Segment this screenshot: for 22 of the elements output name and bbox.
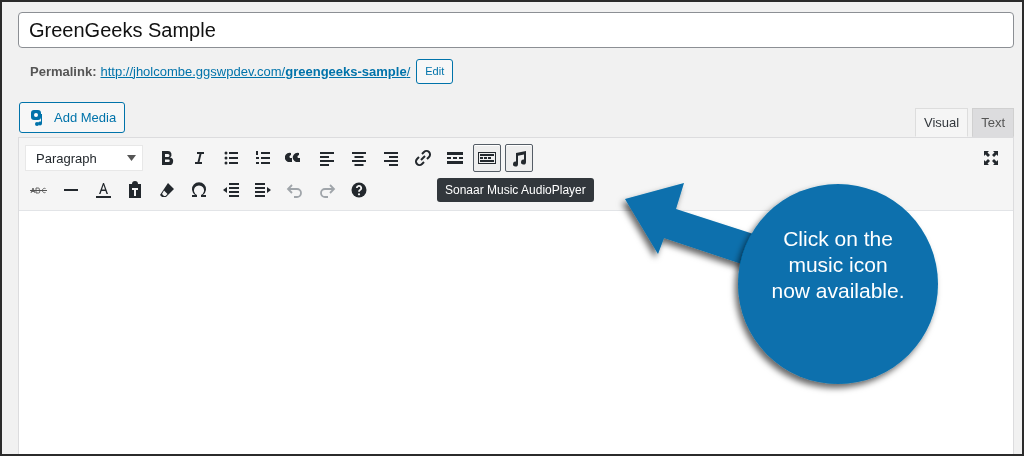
eraser-icon: [157, 180, 177, 200]
omega-icon: [189, 180, 209, 200]
link-icon: [413, 148, 433, 168]
callout-text: Click on the music icon now available.: [770, 226, 906, 304]
horizontal-line-icon: [64, 189, 78, 191]
format-dropdown[interactable]: Paragraph: [25, 145, 143, 171]
help-icon: [349, 180, 369, 200]
fullscreen-icon[interactable]: [981, 148, 1001, 168]
outdent-icon: [221, 180, 241, 200]
editor-tab[interactable]: Text: [972, 108, 1014, 137]
music-note-button[interactable]: [505, 144, 533, 172]
text-color-icon: [93, 180, 113, 200]
keyboard-button[interactable]: [473, 144, 501, 172]
permalink-link[interactable]: http://jholcombe.ggswpdev.com/greengeeks-sample/: [100, 63, 411, 79]
add-media-button[interactable]: Add Media: [19, 102, 126, 133]
indent-icon: [253, 180, 273, 200]
title-field[interactable]: GreenGeeks Sample: [18, 12, 1014, 48]
edit-button[interactable]: Edit: [416, 58, 454, 84]
editor-tab[interactable]: Visual: [914, 108, 969, 137]
caret-icon: [127, 155, 136, 161]
permalink-label: Permalink:: [30, 63, 97, 79]
tooltip: Sonaar Music AudioPlayer: [437, 178, 594, 202]
